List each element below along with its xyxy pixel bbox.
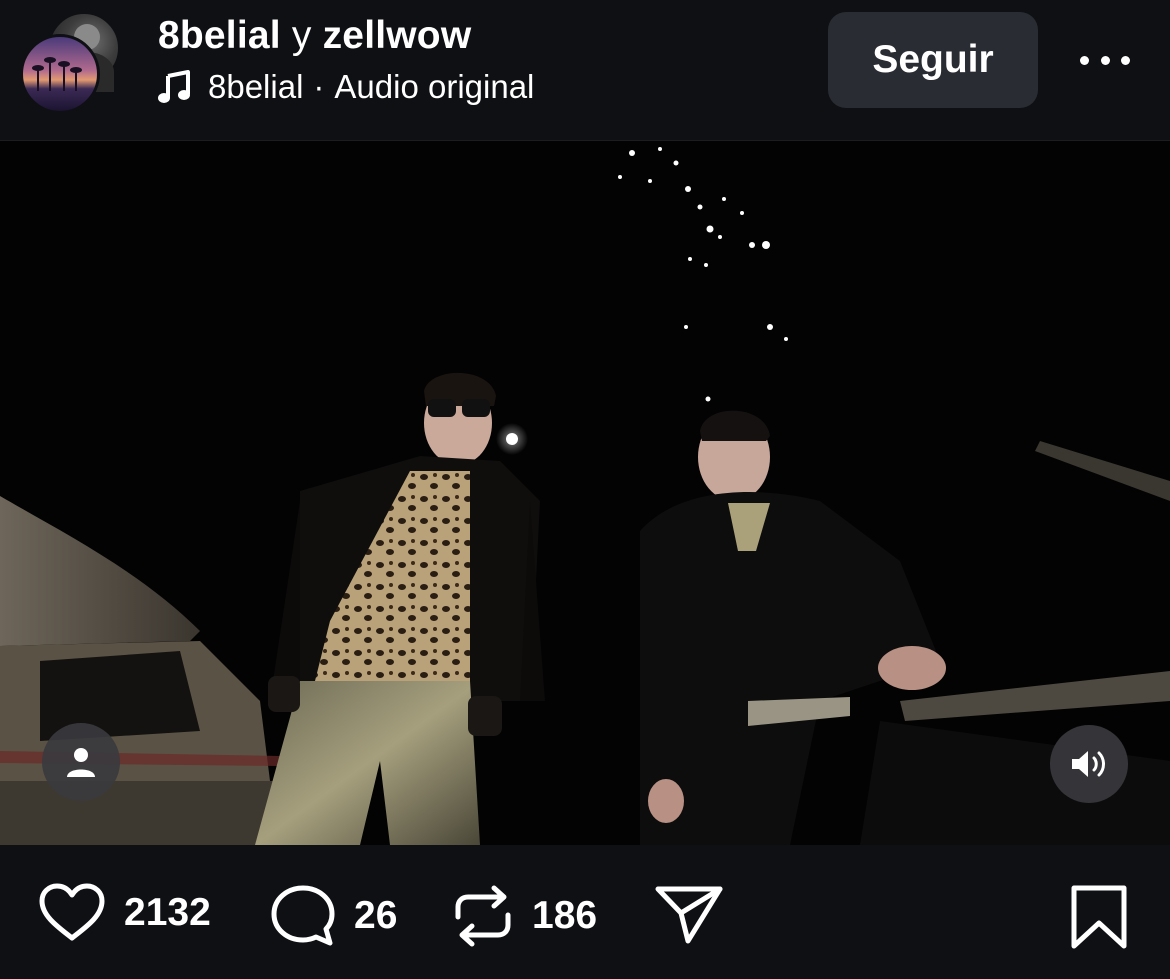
music-note-icon	[158, 70, 190, 103]
comment-bubble-icon[interactable]	[270, 883, 336, 949]
person-icon	[67, 748, 95, 777]
save-action[interactable]	[1070, 885, 1128, 954]
comment-action[interactable]: 26	[270, 883, 397, 949]
user-tags-button[interactable]	[42, 723, 120, 801]
dot	[1100, 55, 1110, 65]
palm-tree	[70, 67, 82, 91]
dot	[1080, 55, 1089, 65]
heart-icon[interactable]	[38, 883, 106, 943]
repost-count: 186	[532, 894, 598, 937]
repost-arrows-icon[interactable]	[452, 883, 514, 949]
author-avatars[interactable]	[20, 12, 120, 114]
palm-tree	[32, 65, 44, 91]
author-name-2[interactable]: zellwow	[323, 14, 472, 57]
post-authors[interactable]: 8belial y zellwow	[158, 14, 471, 58]
more-options-icon[interactable]	[1080, 52, 1130, 68]
avatar-8belial[interactable]	[20, 34, 100, 114]
like-action[interactable]: 2132	[38, 883, 211, 943]
send-paper-plane-icon[interactable]	[654, 883, 724, 945]
audio-title[interactable]: Audio original	[334, 68, 534, 106]
video-frame	[0, 141, 1170, 845]
bookmark-icon[interactable]	[1070, 885, 1128, 949]
dot	[1121, 55, 1130, 65]
palm-tree	[58, 61, 70, 91]
sound-toggle-button[interactable]	[1050, 725, 1128, 803]
repost-action[interactable]: 186	[452, 883, 597, 949]
speaker-icon	[1072, 751, 1105, 777]
share-action[interactable]	[654, 883, 724, 945]
audio-artist[interactable]: 8belial	[208, 68, 303, 106]
like-count: 2132	[124, 891, 211, 934]
audio-info[interactable]: 8belial · Audio original	[158, 68, 534, 106]
follow-button[interactable]: Seguir	[828, 12, 1038, 108]
action-bar: 2132 26 186	[0, 845, 1170, 979]
author-name-1[interactable]: 8belial	[158, 14, 281, 57]
video-player[interactable]	[0, 141, 1170, 845]
comment-count: 26	[354, 894, 398, 937]
palm-tree	[44, 57, 56, 91]
audio-separator: ·	[313, 68, 325, 105]
author-conjunction: y	[291, 14, 312, 57]
post-header: 8belial y zellwow 8belial · Audio origin…	[0, 0, 1170, 141]
